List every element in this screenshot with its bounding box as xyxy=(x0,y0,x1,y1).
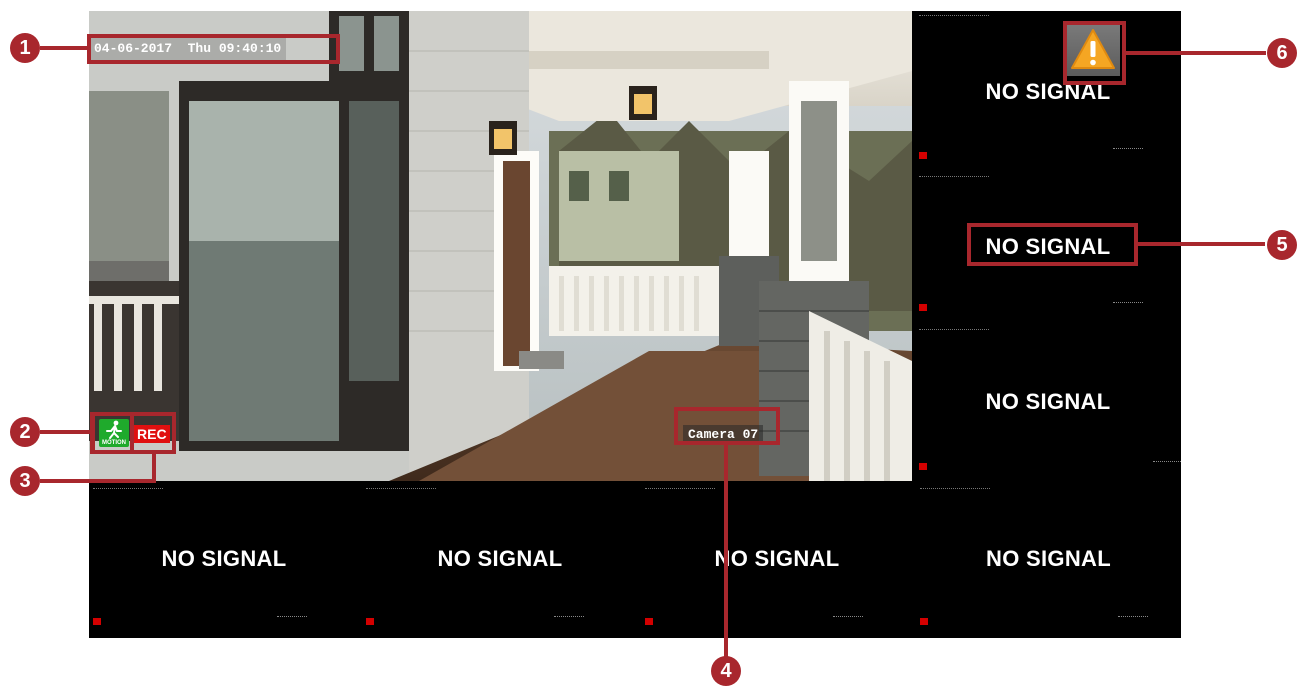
callout-line-6 xyxy=(1126,51,1266,55)
tile-timestamp xyxy=(919,176,989,179)
tile-camera-name xyxy=(1153,461,1181,464)
no-signal-text: NO SIGNAL xyxy=(985,234,1111,259)
mini-rec-indicator xyxy=(645,618,653,625)
camera-tile-bottom-1[interactable]: NO SIGNAL xyxy=(89,484,359,638)
callout-marker-3: 3 xyxy=(10,466,40,496)
running-person-icon xyxy=(106,420,122,439)
tile-timestamp xyxy=(919,329,989,332)
no-signal-text: NO SIGNAL xyxy=(714,546,840,571)
motion-label: MOTION xyxy=(102,440,126,446)
camera-tile-right-1[interactable]: NO SIGNAL xyxy=(915,11,1181,168)
mini-rec-indicator xyxy=(919,304,927,311)
no-signal-text: NO SIGNAL xyxy=(985,79,1111,104)
tile-timestamp xyxy=(645,488,715,491)
camera-tile-bottom-3[interactable]: NO SIGNAL xyxy=(641,484,913,638)
camera-name-label: Camera 07 xyxy=(683,425,764,444)
no-signal-text: NO SIGNAL xyxy=(985,389,1111,414)
callout-line-4 xyxy=(724,445,728,657)
tile-timestamp xyxy=(93,488,163,491)
mini-rec-indicator xyxy=(919,463,927,470)
callout-marker-6: 6 xyxy=(1267,38,1297,68)
tile-camera-name xyxy=(1118,616,1148,619)
tile-camera-name xyxy=(277,616,307,619)
camera-tile-right-3[interactable]: NO SIGNAL xyxy=(915,325,1181,481)
dvr-screen: 04-06-2017 Thu 09:40:10 MOTION REC Camer… xyxy=(89,11,1181,638)
motion-indicator: MOTION xyxy=(99,419,129,447)
porch-scene-image xyxy=(89,11,912,481)
tile-timestamp xyxy=(920,488,990,491)
warning-button[interactable] xyxy=(1066,24,1120,76)
camera-tile-right-2[interactable]: NO SIGNAL xyxy=(915,172,1181,322)
mini-rec-indicator xyxy=(919,152,927,159)
callout-line-1 xyxy=(40,46,90,50)
camera-tile-bottom-2[interactable]: NO SIGNAL xyxy=(362,484,638,638)
rec-indicator: REC xyxy=(134,425,170,443)
callout-line-5 xyxy=(1138,242,1265,246)
callout-marker-2: 2 xyxy=(10,417,40,447)
tile-camera-name xyxy=(833,616,863,619)
mini-rec-indicator xyxy=(93,618,101,625)
no-signal-text: NO SIGNAL xyxy=(437,546,563,571)
callout-line-2 xyxy=(40,430,92,434)
tile-timestamp xyxy=(366,488,436,491)
tile-timestamp xyxy=(919,15,989,18)
callout-line-3b xyxy=(40,479,156,483)
callout-marker-5: 5 xyxy=(1267,230,1297,260)
callout-marker-4: 4 xyxy=(711,656,741,686)
tile-camera-name xyxy=(554,616,584,619)
tile-camera-name xyxy=(1113,148,1143,151)
mini-rec-indicator xyxy=(366,618,374,625)
warning-triangle-icon xyxy=(1071,29,1115,69)
camera-feed-main[interactable]: 04-06-2017 Thu 09:40:10 MOTION REC Camer… xyxy=(89,11,912,481)
camera-tile-bottom-4[interactable]: NO SIGNAL xyxy=(916,484,1181,638)
no-signal-text: NO SIGNAL xyxy=(986,546,1111,571)
mini-rec-indicator xyxy=(920,618,928,625)
no-signal-text: NO SIGNAL xyxy=(161,546,287,571)
callout-marker-1: 1 xyxy=(10,33,40,63)
tile-camera-name xyxy=(1113,302,1143,305)
timestamp-overlay: 04-06-2017 Thu 09:40:10 xyxy=(89,38,287,60)
